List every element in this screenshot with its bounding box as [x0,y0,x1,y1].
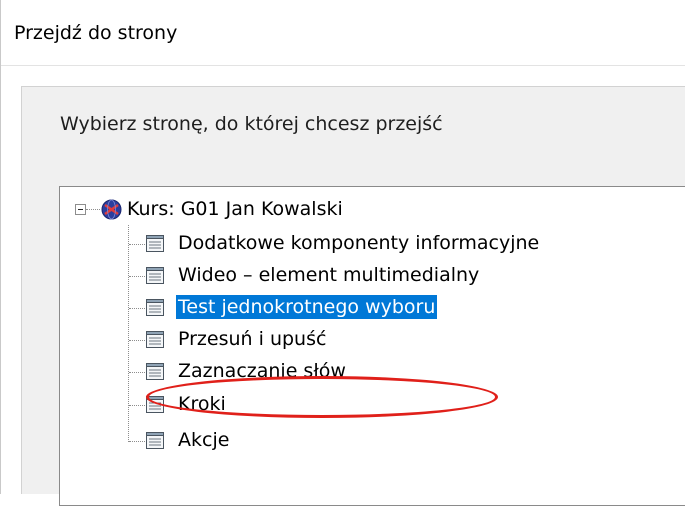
page-icon [146,432,164,449]
tree-connector [129,372,145,373]
course-globe-icon [101,199,122,220]
tree-connector [129,441,145,442]
page-tree[interactable]: Kurs: G01 Jan Kowalski Dodatkowe kompone… [59,186,685,506]
tree-item[interactable]: Zaznaczanie słów [178,360,346,382]
page-icon [146,396,164,413]
dialog-title: Przejdź do strony [14,22,178,44]
dialog-prompt: Wybierz stronę, do której chcesz przejść [60,113,443,135]
page-icon [146,235,164,252]
tree-item[interactable]: Kroki [178,393,226,415]
page-icon [146,299,164,316]
goto-page-dialog: Przejdź do strony Wybierz stronę, do któ… [0,0,685,506]
tree-item[interactable]: Akcje [178,429,229,451]
dialog-content: Wybierz stronę, do której chcesz przejść… [21,86,685,506]
tree-connector [86,209,100,210]
tree-connector [129,340,145,341]
tree-root-label[interactable]: Kurs: G01 Jan Kowalski [127,198,343,220]
tree-item[interactable]: Przesuń i upuść [178,328,326,350]
tree-connector [129,308,145,309]
page-icon [146,331,164,348]
dialog-titlebar: Przejdź do strony [1,0,685,66]
tree-connector [129,405,145,406]
tree-connector [129,244,145,245]
tree-item[interactable]: Dodatkowe komponenty informacyjne [178,232,539,254]
collapse-toggle-icon[interactable] [75,204,86,215]
tree-item-selected[interactable]: Test jednokrotnego wyboru [174,294,439,320]
tree-item[interactable]: Wideo – element multimedialny [178,264,479,286]
page-icon [146,363,164,380]
page-icon [146,267,164,284]
tree-connector [128,225,129,442]
tree-connector [129,276,145,277]
